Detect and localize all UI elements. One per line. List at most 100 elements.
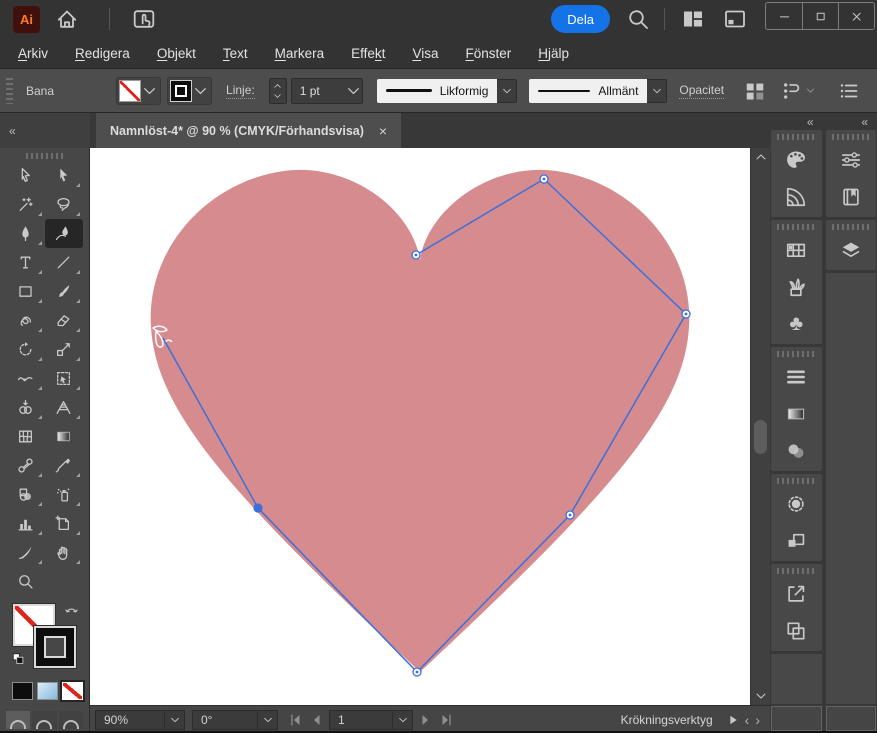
panel-grip[interactable]	[777, 351, 815, 357]
fill-color-dropdown[interactable]	[116, 77, 161, 105]
anchor-point[interactable]	[566, 511, 574, 519]
maximize-button[interactable]	[802, 3, 838, 29]
close-button[interactable]	[838, 3, 874, 29]
document-tab[interactable]: Namnlöst-4* @ 90 % (CMYK/Förhandsvisa) ×	[96, 113, 401, 148]
column-graph-tool[interactable]	[7, 509, 45, 538]
panel-grip[interactable]	[777, 478, 815, 484]
pen-tool[interactable]	[7, 219, 45, 248]
libraries-panel-icon[interactable]	[826, 178, 877, 215]
selection-tool[interactable]	[7, 161, 45, 190]
magic-wand-tool[interactable]	[7, 190, 45, 219]
shaper-tool[interactable]	[7, 306, 45, 335]
menu-markera[interactable]: Markera	[275, 46, 325, 61]
dock-collapse-icon[interactable]: «	[770, 113, 823, 130]
stroke-lines-panel-icon[interactable]	[771, 358, 822, 395]
home-icon[interactable]	[55, 7, 79, 31]
scrollbar-thumb[interactable]	[754, 420, 767, 454]
stroke-weight-stepper[interactable]	[269, 78, 287, 104]
stroke-indicator[interactable]	[34, 626, 76, 668]
swap-fill-stroke-icon[interactable]	[64, 604, 79, 618]
menu-visa[interactable]: Visa	[412, 46, 438, 61]
direct-selection-tool[interactable]	[45, 161, 83, 190]
paintbrush-tool[interactable]	[45, 277, 83, 306]
perspective-grid-tool[interactable]	[45, 393, 83, 422]
zoom-level-dropdown[interactable]: 90%	[95, 710, 185, 730]
gradient-button[interactable]	[37, 682, 58, 700]
panel-grip[interactable]	[777, 224, 815, 230]
export-panel-icon[interactable]	[771, 575, 822, 612]
brushes-panel-icon[interactable]	[771, 268, 822, 305]
minimize-button[interactable]	[766, 3, 802, 29]
curvature-tool[interactable]	[45, 219, 83, 248]
rotation-dropdown[interactable]: 0°	[192, 710, 278, 730]
shape-builder-tool[interactable]	[7, 393, 45, 422]
slice-tool[interactable]	[7, 538, 45, 567]
scroll-up-icon[interactable]	[754, 150, 768, 164]
panel-grip[interactable]	[777, 568, 815, 574]
none-button[interactable]	[62, 682, 83, 700]
graphic-styles-panel-icon[interactable]	[771, 522, 822, 559]
scroll-left-icon[interactable]: ‹	[745, 712, 750, 728]
gradient-panel-panel-icon[interactable]	[771, 395, 822, 432]
panel-grip[interactable]	[832, 134, 870, 140]
swatches-panel-icon[interactable]	[771, 231, 822, 268]
type-tool[interactable]	[7, 248, 45, 277]
zoom-tool[interactable]	[7, 567, 45, 596]
default-fill-stroke-icon[interactable]	[11, 652, 26, 666]
artboard-dropdown[interactable]: 1	[329, 710, 413, 730]
symbols-clover-panel-icon[interactable]: ♣	[771, 305, 822, 342]
previous-artboard-icon[interactable]	[307, 712, 326, 728]
touch-workspace-icon[interactable]	[132, 7, 156, 31]
search-icon[interactable]	[626, 7, 650, 31]
vertical-scrollbar[interactable]	[750, 148, 770, 705]
stroke-profile-dropdown[interactable]: Likformig	[377, 79, 518, 103]
artboard-canvas[interactable]	[90, 148, 750, 705]
left-dock-collapse[interactable]: «	[0, 113, 90, 148]
opacity-label[interactable]: Opacitet	[679, 83, 724, 99]
properties-panel-icon[interactable]	[826, 141, 877, 178]
align-options-icon[interactable]	[744, 80, 766, 102]
artboard-tool-tool[interactable]	[45, 509, 83, 538]
draw-normal-button[interactable]	[6, 711, 30, 729]
eyedropper-tool[interactable]	[45, 451, 83, 480]
scale-tool[interactable]	[45, 335, 83, 364]
arrange-documents-icon[interactable]	[681, 7, 705, 31]
panel-grip[interactable]	[777, 134, 815, 140]
draw-behind-button[interactable]	[32, 711, 56, 729]
width-tool[interactable]	[7, 364, 45, 393]
menu-hjlp[interactable]: Hjälp	[538, 46, 569, 61]
stroke-weight-value[interactable]: 1 pt	[291, 78, 363, 104]
appearance-panel-icon[interactable]	[771, 485, 822, 522]
control-panel-menu-icon[interactable]	[838, 80, 860, 102]
live-paint-tool[interactable]	[7, 480, 45, 509]
play-icon[interactable]	[727, 714, 739, 726]
menu-redigera[interactable]: Redigera	[75, 46, 130, 61]
symbol-spray-tool[interactable]	[45, 480, 83, 509]
quick-actions-dropdown[interactable]	[773, 80, 816, 102]
color-guide-panel-icon[interactable]	[771, 178, 822, 215]
layers-panel-icon[interactable]	[826, 231, 877, 268]
color-button[interactable]	[12, 682, 33, 700]
dock-collapse-icon[interactable]: «	[825, 113, 877, 130]
rectangle-tool[interactable]	[7, 277, 45, 306]
scroll-down-icon[interactable]	[754, 689, 768, 703]
share-button[interactable]: Dela	[551, 5, 610, 33]
menu-fnster[interactable]: Fönster	[465, 46, 511, 61]
gradient-sq-tool[interactable]	[45, 422, 83, 451]
mesh-tool[interactable]	[7, 422, 45, 451]
transparency-panel-icon[interactable]	[771, 432, 822, 469]
menu-text[interactable]: Text	[223, 46, 248, 61]
panel-grip[interactable]	[26, 153, 64, 159]
last-artboard-icon[interactable]	[437, 712, 456, 728]
panel-grip[interactable]	[6, 78, 13, 104]
brush-definition-dropdown[interactable]: Allmänt	[529, 79, 667, 103]
draw-inside-button[interactable]	[59, 711, 83, 729]
workspace-switcher-icon[interactable]	[723, 7, 747, 31]
hand-tool[interactable]	[45, 538, 83, 567]
rotate-tool[interactable]	[7, 335, 45, 364]
stroke-color-dropdown[interactable]	[167, 77, 212, 105]
anchor-point-selected[interactable]	[253, 503, 262, 512]
anchor-point[interactable]	[413, 668, 421, 676]
menu-effekt[interactable]: Effekt	[351, 46, 385, 61]
first-artboard-icon[interactable]	[286, 712, 305, 728]
